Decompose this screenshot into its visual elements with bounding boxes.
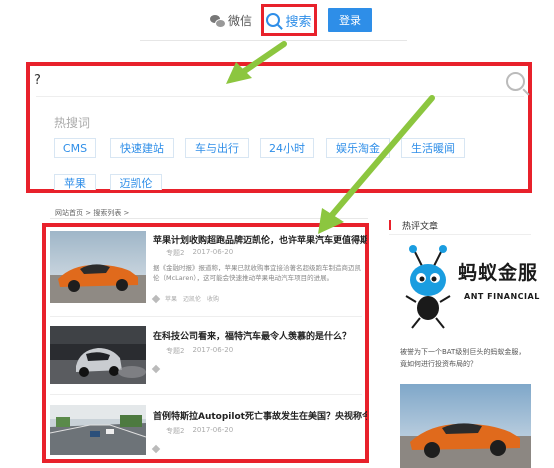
- article-thumbnail[interactable]: [50, 326, 146, 384]
- article-meta: 专题2 2017-06-20: [166, 248, 233, 258]
- search-input[interactable]: ?: [34, 73, 41, 88]
- article-meta: 专题2 2017-06-20: [166, 346, 233, 356]
- section-marker: [389, 220, 391, 230]
- hot-tag[interactable]: 快速建站: [110, 138, 174, 158]
- article-summary: 据《金融时报》报道称，苹果已就收购事宜接洽著名超级跑车制造商迈凯伦（McLare…: [153, 264, 361, 282]
- brand-name: 蚂蚁金服: [458, 262, 539, 284]
- divider: [50, 316, 362, 317]
- breadcrumb[interactable]: 网站首页 > 搜索列表 >: [55, 208, 129, 218]
- sidebar-title: 热评文章: [402, 222, 439, 232]
- wechat-label: 微信: [228, 14, 253, 28]
- article-meta: 专题2 2017-06-20: [166, 426, 233, 436]
- hot-tag[interactable]: CMS: [54, 138, 96, 158]
- search-button-label: 搜索: [285, 14, 312, 30]
- hot-tag[interactable]: 娱乐淘金: [326, 138, 390, 158]
- sidebar-article-title[interactable]: 被誉为下一个BAT级别巨头的蚂蚁金服，竟如何进行投资布局的？: [400, 346, 532, 370]
- hot-tag[interactable]: 生活暖闻: [401, 138, 465, 158]
- article-tag[interactable]: 苹果: [165, 294, 177, 303]
- hot-tag[interactable]: 24小时: [260, 138, 314, 158]
- article-title[interactable]: 在科技公司看来，福特汽车最令人羡慕的是什么？: [153, 329, 367, 342]
- divider: [50, 218, 368, 219]
- article-date: 2017-06-20: [192, 248, 234, 256]
- article-date: 2017-06-20: [192, 426, 234, 434]
- login-button[interactable]: 登录: [328, 8, 372, 32]
- article-tag[interactable]: 收购: [207, 294, 219, 303]
- article-tags: 苹果 迈凯伦 收购: [151, 294, 219, 303]
- article-author[interactable]: 专题2: [166, 248, 184, 258]
- brand-name-en: ANT FINANCIAL: [464, 292, 540, 301]
- sidebar-article-thumbnail[interactable]: [400, 384, 531, 468]
- article-thumbnail[interactable]: [50, 231, 146, 303]
- hot-keywords-label: 热搜词: [54, 116, 91, 130]
- search-icon: [266, 13, 281, 27]
- divider: [389, 234, 531, 235]
- search-button[interactable]: 搜索: [261, 4, 317, 36]
- article-date: 2017-06-20: [192, 346, 234, 354]
- search-panel: [26, 62, 532, 193]
- article-title[interactable]: 苹果计划收购超跑品牌迈凯伦，也许苹果汽车更值得期待了？: [153, 233, 367, 246]
- search-icon[interactable]: [506, 72, 525, 91]
- featured-image[interactable]: [400, 236, 531, 336]
- divider: [50, 394, 362, 395]
- article-tag[interactable]: 迈凯伦: [183, 294, 201, 303]
- divider: [36, 96, 524, 97]
- article-thumbnail[interactable]: [50, 405, 146, 455]
- article-author[interactable]: 专题2: [166, 426, 184, 436]
- article-author[interactable]: 专题2: [166, 346, 184, 356]
- hot-tag[interactable]: 迈凯伦: [110, 174, 162, 190]
- wechat-icon: [210, 15, 226, 28]
- ant-logo-icon: [405, 245, 451, 329]
- article-title[interactable]: 首例特斯拉Autopilot死亡事故发生在美国？央视称今年1月中…: [153, 409, 367, 422]
- tag-icon: [151, 294, 161, 303]
- hot-tag[interactable]: 苹果: [54, 174, 96, 190]
- hot-tag[interactable]: 车与出行: [185, 138, 249, 158]
- wechat-link[interactable]: 微信: [210, 12, 252, 29]
